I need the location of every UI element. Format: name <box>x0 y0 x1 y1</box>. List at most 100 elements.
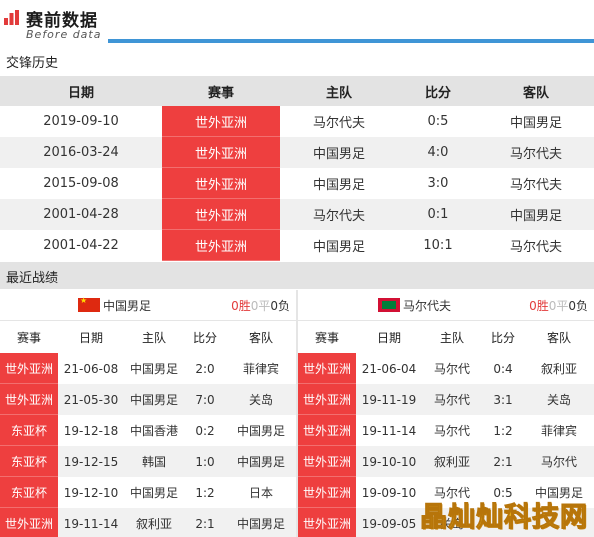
team-name: 中国男足 <box>103 298 152 313</box>
competition-tag[interactable]: 世外亚洲 <box>298 508 356 537</box>
away-team: 菲律宾 <box>242 362 279 376</box>
table-row: 世外亚洲 19-11-19 马尔代 3:1 关岛 <box>298 384 594 415</box>
competition-tag[interactable]: 世外亚洲 <box>162 106 280 137</box>
competition-tag[interactable]: 世外亚洲 <box>298 384 356 415</box>
match-date: 19-09-05 <box>361 516 417 531</box>
match-score: 1:2 <box>195 485 215 500</box>
match-score: 0:5 <box>427 114 449 129</box>
home-team: 叙利亚 <box>433 455 470 469</box>
match-score: 0:1 <box>427 207 449 222</box>
away-team: 马尔代夫 <box>509 147 562 162</box>
match-date: 2001-04-22 <box>43 238 119 253</box>
team-name: 马尔代夫 <box>403 298 452 313</box>
home-team: 中国男足 <box>129 362 178 376</box>
col-date: 日期 <box>78 330 103 345</box>
team-label: 马尔代夫 <box>378 297 451 314</box>
away-team: 菲律宾 <box>540 424 577 438</box>
table-row: 2001-04-28 世外亚洲 马尔代夫 0:1 中国男足 <box>0 199 594 230</box>
col-away: 客队 <box>546 330 571 345</box>
watermark-text: 晶灿灿科技网 <box>420 502 588 534</box>
match-score: 7:0 <box>195 392 215 407</box>
home-team: 马尔代 <box>433 424 470 438</box>
recent-header-row: 赛事 日期 主队 比分 客队 <box>0 321 296 353</box>
competition-tag[interactable]: 东亚杯 <box>0 446 58 477</box>
table-row: 东亚杯 19-12-18 中国香港 0:2 中国男足 <box>0 415 296 446</box>
competition-tag[interactable]: 东亚杯 <box>0 477 58 508</box>
site-watermark: 晶灿灿科技网 <box>414 492 594 537</box>
away-team: 关岛 <box>248 393 273 407</box>
h2h-col-away: 客队 <box>522 85 549 101</box>
home-team: 马尔代夫 <box>312 116 365 131</box>
match-date: 19-12-10 <box>63 485 119 500</box>
competition-tag[interactable]: 世外亚洲 <box>162 137 280 168</box>
col-event: 赛事 <box>314 330 339 345</box>
home-team: 中国男足 <box>312 178 365 193</box>
match-date: 21-06-08 <box>63 361 119 376</box>
team-record: 0胜0平0负 <box>529 297 588 314</box>
competition-tag[interactable]: 世外亚洲 <box>0 508 58 537</box>
competition-tag[interactable]: 世外亚洲 <box>298 415 356 446</box>
table-row: 2015-09-08 世外亚洲 中国男足 3:0 马尔代夫 <box>0 168 594 199</box>
table-row: 世外亚洲 21-05-30 中国男足 7:0 关岛 <box>0 384 296 415</box>
page-subtitle: Before data <box>26 28 102 41</box>
competition-tag[interactable]: 世外亚洲 <box>0 384 58 415</box>
record-loss: 0负 <box>270 298 290 313</box>
match-score: 1:0 <box>195 454 215 469</box>
competition-tag[interactable]: 世外亚洲 <box>162 230 280 261</box>
competition-tag[interactable]: 世外亚洲 <box>298 446 356 477</box>
away-team: 日本 <box>248 486 273 500</box>
away-team: 中国男足 <box>236 424 285 438</box>
h2h-table: 日期 赛事 主队 比分 客队 2019-09-10 世外亚洲 马尔代夫 0:5 … <box>0 76 594 261</box>
panel-title: 中国男足 0胜0平0负 <box>0 290 296 321</box>
record-win: 0胜 <box>231 298 251 313</box>
away-team: 叙利亚 <box>540 362 577 376</box>
record-draw: 0平 <box>548 298 569 313</box>
match-date: 19-11-19 <box>361 392 417 407</box>
competition-tag[interactable]: 世外亚洲 <box>162 199 280 230</box>
match-date: 2015-09-08 <box>43 176 119 191</box>
home-team: 中国香港 <box>129 424 178 438</box>
recent-section-label: 最近战绩 <box>6 271 59 286</box>
col-score: 比分 <box>192 330 217 345</box>
match-date: 2001-04-28 <box>43 207 119 222</box>
match-date: 2019-09-10 <box>43 114 119 129</box>
match-score: 3:1 <box>493 392 513 407</box>
col-event: 赛事 <box>16 330 41 345</box>
match-score: 3:0 <box>427 176 449 191</box>
competition-tag[interactable]: 世外亚洲 <box>298 353 356 384</box>
away-team: 马尔代夫 <box>509 240 562 255</box>
home-team: 叙利亚 <box>135 517 172 531</box>
match-score: 0:4 <box>493 361 513 376</box>
competition-tag[interactable]: 世外亚洲 <box>298 477 356 508</box>
table-row: 2016-03-24 世外亚洲 中国男足 4:0 马尔代夫 <box>0 137 594 168</box>
match-score: 1:2 <box>493 423 513 438</box>
home-team: 中国男足 <box>129 486 178 500</box>
competition-tag[interactable]: 世外亚洲 <box>0 353 58 384</box>
competition-tag[interactable]: 东亚杯 <box>0 415 58 446</box>
col-date: 日期 <box>376 330 401 345</box>
h2h-col-home: 主队 <box>325 85 352 101</box>
away-team: 关岛 <box>546 393 571 407</box>
table-row: 世外亚洲 21-06-08 中国男足 2:0 菲律宾 <box>0 353 296 384</box>
match-score: 4:0 <box>427 145 449 160</box>
h2h-col-date: 日期 <box>67 85 94 101</box>
match-score: 10:1 <box>423 238 453 253</box>
col-home: 主队 <box>141 330 166 345</box>
match-date: 19-09-10 <box>361 485 417 500</box>
match-date: 2016-03-24 <box>43 145 119 160</box>
match-date: 19-12-15 <box>63 454 119 469</box>
home-team: 马尔代 <box>433 393 470 407</box>
record-loss: 0负 <box>568 298 588 313</box>
competition-tag[interactable]: 世外亚洲 <box>162 168 280 199</box>
match-score: 2:1 <box>493 454 513 469</box>
china-flag-icon <box>78 296 100 312</box>
h2h-col-event: 赛事 <box>207 85 234 101</box>
chart-bars-icon <box>4 10 19 25</box>
page-header: 赛前数据 Before data <box>0 0 594 44</box>
record-win: 0胜 <box>529 298 549 313</box>
col-away: 客队 <box>248 330 273 345</box>
table-row: 2019-09-10 世外亚洲 马尔代夫 0:5 中国男足 <box>0 106 594 137</box>
table-row: 东亚杯 19-12-10 中国男足 1:2 日本 <box>0 477 296 508</box>
home-team: 中国男足 <box>129 393 178 407</box>
h2h-col-score: 比分 <box>424 85 451 101</box>
